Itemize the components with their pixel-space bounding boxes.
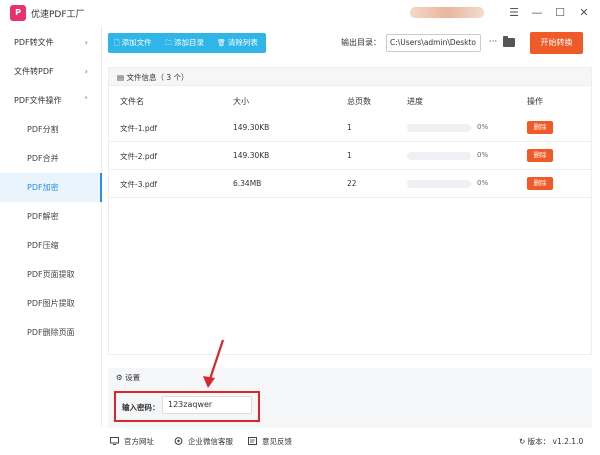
sidebar-item-pdf-compress[interactable]: PDF压缩 (0, 231, 102, 260)
minimize-icon[interactable]: — (527, 3, 547, 23)
progress-bar (407, 124, 471, 132)
chevron-right-icon: › (84, 67, 88, 76)
progress-percent: 0% (477, 123, 489, 131)
sidebar-item-pdf-decrypt[interactable]: PDF解密 (0, 202, 102, 231)
sidebar-group-label: PDF文件操作 (14, 96, 62, 105)
app-title: 优速PDF工厂 (31, 10, 85, 20)
maximize-icon[interactable]: ☐ (550, 3, 570, 23)
column-header-pages: 总页数 (347, 97, 371, 106)
clear-list-button[interactable]: 🗑 清除列表 (217, 33, 258, 53)
website-label: 官方网址 (124, 437, 154, 446)
title-bar: P 优速PDF工厂 ☰ — ☐ ✕ (0, 0, 600, 26)
sidebar-item-label: PDF分割 (27, 125, 59, 134)
sidebar-group-file-to-pdf[interactable]: 文件转PDF › (0, 57, 102, 86)
file-pages: 1 (347, 151, 352, 160)
app-logo: P (10, 5, 26, 21)
sidebar-item-label: PDF加密 (27, 183, 59, 192)
sidebar-item-label: PDF图片提取 (27, 299, 75, 308)
output-dir-label: 输出目录： (341, 38, 381, 47)
sidebar-group-pdf-operations[interactable]: PDF文件操作 ˄ (0, 86, 102, 115)
browse-button[interactable]: ··· (487, 35, 499, 51)
footer: 官方网址 企业微信客服 意见反馈 ↻ 版本： v1.2.1.0 (102, 428, 600, 455)
sidebar-group-pdf-to-file[interactable]: PDF转文件 › (0, 28, 102, 57)
chevron-up-icon: ˄ (84, 96, 88, 105)
toolbar: 🗋 添加文件 🗀 添加目录 🗑 清除列表 输出目录： C:\Users\admin\D… (108, 32, 592, 55)
file-name: 文件-1.pdf (120, 124, 158, 133)
column-header-action: 操作 (527, 97, 543, 106)
column-header-name: 文件名 (120, 97, 144, 106)
table-row: 文件-3.pdf 6.34MB 22 0% 删除 (109, 170, 591, 198)
file-size: 149.30KB (233, 151, 270, 160)
refresh-icon: ↻ (519, 437, 528, 446)
sidebar-item-label: PDF压缩 (27, 241, 59, 250)
delete-button[interactable]: 删除 (527, 121, 553, 134)
sidebar-item-pdf-merge[interactable]: PDF合并 (0, 144, 102, 173)
version-label: 版本： v1.2.1.0 (527, 437, 584, 446)
feedback-icon (248, 437, 257, 445)
feedback-link[interactable]: 意见反馈 (248, 436, 292, 447)
start-convert-button[interactable]: 开始转换 (530, 32, 583, 54)
table-row: 文件-1.pdf 149.30KB 1 0% 删除 (109, 114, 591, 142)
file-pages: 22 (347, 179, 357, 188)
settings-label: 设置 (125, 373, 141, 382)
sidebar-group-label: 文件转PDF (14, 67, 54, 76)
headset-icon (174, 437, 183, 445)
annotation-arrow-icon (203, 339, 225, 388)
website-link[interactable]: 官方网址 (110, 436, 154, 447)
delete-button[interactable]: 删除 (527, 149, 553, 162)
chevron-right-icon: › (84, 38, 88, 47)
sidebar-item-pdf-page-extract[interactable]: PDF页面提取 (0, 260, 102, 289)
file-pages: 1 (347, 123, 352, 132)
progress-bar (407, 152, 471, 160)
file-icon: 🗋 (114, 39, 120, 47)
version-info[interactable]: ↻ 版本： v1.2.1.0 (519, 436, 583, 447)
sidebar-item-label: PDF解密 (27, 212, 59, 221)
file-list-panel: ▤ 文件信息（ 3 个） 文件名 大小 总页数 进度 操作 文件-1.pdf 1… (108, 67, 592, 355)
file-list-header: ▤ 文件信息（ 3 个） (109, 68, 591, 86)
annotation-highlight-box (114, 391, 260, 422)
add-folder-button[interactable]: 🗀 添加目录 (165, 33, 204, 53)
file-name: 文件-3.pdf (120, 180, 158, 189)
close-icon[interactable]: ✕ (574, 3, 594, 23)
folder-icon[interactable] (503, 36, 515, 47)
add-file-label: 添加文件 (121, 38, 152, 47)
sidebar: PDF转文件 › 文件转PDF › PDF文件操作 ˄ PDF分割 PDF合并 … (0, 26, 102, 426)
file-size: 149.30KB (233, 123, 270, 132)
wechat-support-label: 企业微信客服 (188, 437, 233, 446)
sidebar-item-pdf-delete-pages[interactable]: PDF删除页面 (0, 318, 102, 347)
monitor-icon (110, 437, 119, 445)
progress-percent: 0% (477, 151, 489, 159)
sidebar-item-pdf-encrypt[interactable]: PDF加密 (0, 173, 102, 202)
file-count-title: ▤ 文件信息（ 3 个） (117, 72, 189, 83)
sidebar-group-label: PDF转文件 (14, 38, 54, 47)
delete-button[interactable]: 删除 (527, 177, 553, 190)
add-folder-label: 添加目录 (174, 38, 204, 47)
output-dir-input[interactable]: C:\Users\admin\Deskto (386, 34, 481, 52)
progress-bar (407, 180, 471, 188)
user-account-avatar[interactable] (410, 7, 484, 18)
column-header-size: 大小 (233, 97, 249, 106)
clear-list-label: 清除列表 (227, 38, 258, 47)
column-header-progress: 进度 (407, 97, 423, 106)
file-name: 文件-2.pdf (120, 152, 158, 161)
gear-icon: ⚙ (116, 373, 126, 382)
feedback-label: 意见反馈 (262, 437, 292, 446)
menu-icon[interactable]: ☰ (504, 3, 524, 23)
settings-title: ⚙ 设置 (116, 372, 140, 383)
wechat-support-link[interactable]: 企业微信客服 (174, 436, 233, 447)
app-window: P 优速PDF工厂 ☰ — ☐ ✕ PDF转文件 › 文件转PDF › PDF文… (0, 0, 600, 455)
file-actions-group: 🗋 添加文件 🗀 添加目录 🗑 清除列表 (108, 33, 266, 53)
sidebar-item-pdf-split[interactable]: PDF分割 (0, 115, 102, 144)
sidebar-item-label: PDF页面提取 (27, 270, 75, 279)
sidebar-item-pdf-image-extract[interactable]: PDF图片提取 (0, 289, 102, 318)
progress-percent: 0% (477, 179, 489, 187)
folder-outline-icon: 🗀 (165, 39, 172, 47)
sidebar-item-label: PDF删除页面 (27, 328, 75, 337)
sidebar-item-label: PDF合并 (27, 154, 59, 163)
trash-icon: 🗑 (217, 39, 226, 47)
add-file-button[interactable]: 🗋 添加文件 (114, 33, 152, 53)
file-count-label: 文件信息（ 3 个） (126, 73, 189, 82)
file-size: 6.34MB (233, 179, 262, 188)
table-row: 文件-2.pdf 149.30KB 1 0% 删除 (109, 142, 591, 170)
